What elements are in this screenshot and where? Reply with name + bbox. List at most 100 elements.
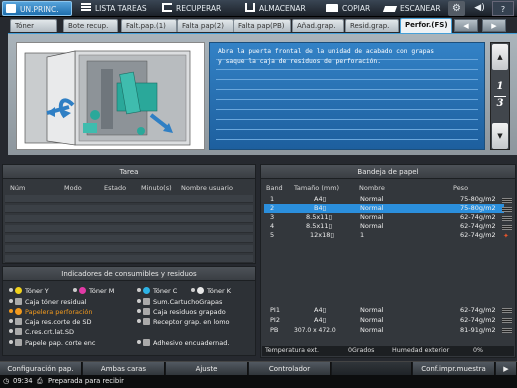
instruction-line-1: Abra la puerta frontal de la unidad de a… — [218, 48, 435, 55]
next-arrow-icon[interactable]: ▶ — [496, 362, 517, 376]
job-panel: Tarea Núm Modo Estado Minuto(s) Nombre u… — [2, 164, 256, 264]
toner-icon — [15, 287, 22, 294]
store-label: ALMACENAR — [259, 4, 306, 13]
tray-row-pi1[interactable]: PI1 A4▯ Normal 62-74g/m2 — [264, 306, 504, 315]
tab-staple-waste[interactable]: Resid.grap. — [345, 19, 399, 32]
binding-glue-item: Adhesivo encuadernad. — [137, 339, 229, 348]
tab-prev-button[interactable]: ◀ — [454, 19, 478, 32]
environment-bar: Temperatura ext. 0Grados Humedad exterio… — [262, 346, 514, 356]
humidity-label: Humedad exterior — [392, 347, 450, 354]
printer-icon: ⎙ — [37, 377, 43, 385]
sd-side-trim-item: C.res.crt.lat.SD — [9, 328, 74, 337]
paper-level-icon — [502, 328, 512, 333]
staple-icon — [143, 298, 150, 305]
scan-button[interactable]: ESCANEAR — [380, 1, 442, 16]
tab-add-staples[interactable]: Añad.grap. — [292, 19, 344, 32]
tab-paper-out-1[interactable]: Falt.pap.(1) — [121, 19, 177, 32]
paper-level-icon — [502, 308, 512, 313]
list-icon — [81, 3, 91, 12]
bottom-spacer — [332, 362, 412, 376]
col-username: Nombre usuario — [181, 184, 233, 192]
controller-button[interactable]: Controlador — [249, 362, 331, 376]
trim-box-icon — [15, 339, 22, 346]
copy-button[interactable]: COPIAR — [320, 1, 370, 16]
consumables-panel: Indicadores de consumibles y residuos Tó… — [2, 266, 256, 356]
sd-trim-waste-item: Caja res.corte de SD — [9, 318, 92, 327]
col-num: Núm — [10, 184, 26, 192]
toner-y-item: Tóner Y — [9, 287, 49, 296]
warning-icon — [15, 308, 22, 315]
copy-label: COPIAR — [342, 4, 371, 13]
paper-tray-title: Bandeja de papel — [261, 165, 515, 179]
toner-m-item: Tóner M — [73, 287, 114, 296]
finisher-illustration — [16, 42, 205, 150]
speaker-icon[interactable]: ◀) — [471, 1, 488, 16]
tab-paper-out-2[interactable]: Falta pap(2) — [177, 19, 234, 32]
paper-setting-button[interactable]: Configuración pap. — [0, 362, 82, 376]
staple-waste-item: Caja residuos grapado — [137, 308, 226, 317]
home-button[interactable]: UN.PRINC. — [2, 1, 72, 16]
store-button[interactable]: ALMACENAR — [242, 1, 318, 16]
tray-row-4[interactable]: 4 8.5x11▯ Normal 62-74g/m2 — [264, 222, 504, 231]
waste-box-icon — [15, 298, 22, 305]
duplex-button[interactable]: Ambas caras — [83, 362, 165, 376]
page-up-button[interactable]: ▲ — [492, 44, 508, 70]
sample-print-button[interactable]: Conf.impr.muestra — [413, 362, 495, 376]
bottom-toolbar: Configuración pap. Ambas caras Ajuste Co… — [0, 361, 517, 376]
toner-icon — [197, 287, 204, 294]
total-pages: 3 — [496, 98, 504, 109]
home-label: UN.PRINC. — [20, 5, 59, 14]
tray-row-1[interactable]: 1 A4▯ Normal 75-80g/m2 — [264, 195, 504, 204]
tray-row-2[interactable]: 2 B4▯ Normal 75-80g/m2 — [264, 204, 504, 213]
tab-next-button[interactable]: ▶ — [482, 19, 506, 32]
staple-cartridge-item: Sum.CartuchoGrapas — [137, 298, 222, 307]
adjust-button[interactable]: Ajuste — [166, 362, 248, 376]
top-bar: UN.PRINC. LISTA TAREAS RECUPERAR ALMACEN… — [0, 0, 517, 17]
clock-icon: ◷ — [3, 377, 9, 385]
punch-waste-item: Papelera perforación — [9, 308, 92, 317]
current-page: 1 — [496, 81, 504, 92]
col-minutes: Minuto(s) — [141, 184, 172, 192]
toner-k-item: Tóner K — [191, 287, 231, 296]
paper-level-icon — [502, 225, 512, 230]
recall-icon — [162, 3, 172, 12]
paper-level-icon — [502, 318, 512, 323]
job-list-button[interactable]: LISTA TAREAS — [78, 1, 158, 16]
tray-row-pb[interactable]: PB 307.0 x 472.0 Normal 81-91g/m2 — [264, 326, 504, 335]
col-weight: Peso — [453, 184, 469, 192]
recall-label: RECUPERAR — [176, 4, 222, 13]
help-button[interactable]: ? — [492, 1, 514, 16]
finisher-drawing — [24, 50, 191, 146]
tab-waste-box[interactable]: Bote recup. — [63, 19, 118, 32]
staple-icon — [143, 318, 150, 325]
paper-empty-icon: ✦ — [503, 232, 509, 240]
status-bar: ◷ 09:34 ⎙ Preparada para recibir — [0, 375, 517, 388]
tray-row-3[interactable]: 3 8.5x11▯ Normal 62-74g/m2 — [264, 213, 504, 222]
tab-paper-out-pb[interactable]: Falta pap(PB) — [233, 19, 291, 32]
toner-icon — [143, 287, 150, 294]
tab-toner[interactable]: Tóner — [10, 19, 57, 32]
status-message: Preparada para recibir — [48, 377, 124, 385]
paper-tray-panel: Bandeja de papel Band Tamaño (mm) Nombre… — [260, 164, 516, 358]
scanner-icon — [382, 6, 398, 12]
instruction-message: Abra la puerta frontal de la unidad de a… — [209, 42, 485, 150]
recall-button[interactable]: RECUPERAR — [160, 1, 240, 16]
tab-punch-fs[interactable]: Perfor.(FS) — [400, 18, 452, 33]
gear-icon[interactable]: ⚙ — [448, 1, 465, 16]
paper-level-icon — [502, 207, 512, 212]
instruction-line-2: y saque la caja de residuos de perforaci… — [218, 58, 382, 65]
tray-row-5[interactable]: 5 12x18▯ 1 62-74g/m2 — [264, 231, 504, 240]
col-tray: Band — [266, 184, 283, 192]
col-mode: Modo — [64, 184, 82, 192]
paper-level-icon — [502, 198, 512, 203]
home-icon — [6, 4, 16, 13]
spine-staple-item: Receptor grap. en lomo — [137, 318, 230, 327]
scan-label: ESCANEAR — [400, 4, 441, 13]
status-time: 09:34 — [13, 377, 33, 385]
toner-c-item: Tóner C — [137, 287, 177, 296]
tray-row-pi2[interactable]: PI2 A4▯ Normal 62-74g/m2 — [264, 316, 504, 325]
page-navigator: ▲ 1 3 ▼ — [490, 42, 510, 150]
page-down-button[interactable]: ▼ — [492, 123, 508, 149]
waste-toner-item: Caja tóner residual — [9, 298, 87, 307]
toner-icon — [79, 287, 86, 294]
